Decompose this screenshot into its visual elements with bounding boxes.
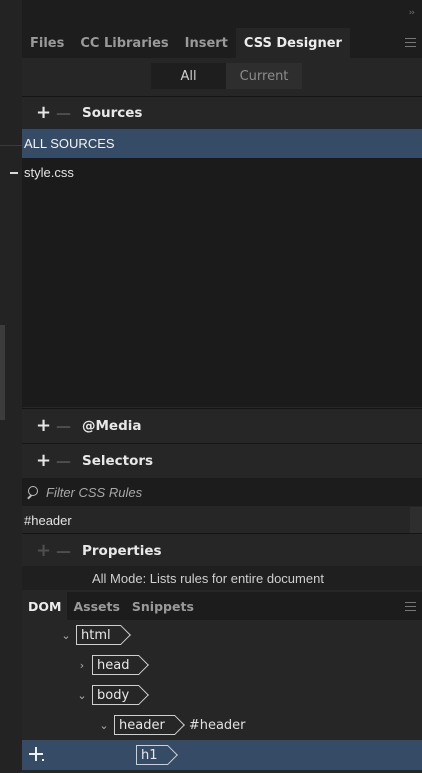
- add-element-icon[interactable]: [28, 746, 44, 762]
- source-item-style-css[interactable]: style.css: [22, 158, 422, 187]
- properties-info-text: All Mode: Lists rules for entire documen…: [92, 570, 324, 586]
- source-item-all-sources[interactable]: ALL SOURCES: [22, 129, 422, 158]
- selector-item[interactable]: #header: [22, 507, 422, 533]
- sources-header[interactable]: + — Sources: [22, 98, 422, 128]
- media-title: @Media: [82, 418, 142, 434]
- media-header[interactable]: + — @Media: [22, 411, 422, 441]
- dom-tag-html: html: [76, 625, 121, 645]
- dom-tag-header: header: [114, 715, 175, 735]
- mode-row: All Current: [22, 58, 422, 96]
- divider: [22, 408, 422, 409]
- panel-overflow-bar: ››: [22, 0, 422, 28]
- dom-node-html[interactable]: ⌄ html: [22, 620, 422, 650]
- gutter-marker: [10, 172, 18, 174]
- divider: [22, 533, 422, 534]
- add-media-button[interactable]: +: [36, 417, 56, 435]
- chevron-down-icon[interactable]: ⌄: [60, 629, 72, 642]
- add-selector-button[interactable]: +: [36, 452, 56, 470]
- tab-css-designer[interactable]: CSS Designer: [235, 28, 350, 58]
- remove-property-button[interactable]: —: [56, 542, 82, 560]
- double-chevron-right-icon[interactable]: ››: [409, 8, 415, 18]
- chevron-down-icon[interactable]: ⌄: [98, 719, 110, 732]
- dom-node-h1[interactable]: h1: [22, 740, 422, 770]
- add-source-button[interactable]: +: [36, 104, 56, 122]
- gutter-scrollbar[interactable]: [0, 325, 5, 420]
- dom-tag-h1: h1: [136, 745, 168, 765]
- mode-current-button[interactable]: Current: [226, 63, 302, 89]
- panel-menu-icon[interactable]: [405, 38, 416, 47]
- dom-tree: ⌄ html › head ⌄ body ⌄ header #header h1: [22, 620, 422, 773]
- mode-all-button[interactable]: All: [151, 63, 226, 89]
- remove-source-button[interactable]: —: [56, 104, 82, 122]
- dom-tag-body: body: [92, 685, 140, 705]
- dom-panel-tabs: DOM Assets Snippets: [22, 592, 422, 620]
- properties-mode-info: All Mode: Lists rules for entire documen…: [22, 566, 422, 590]
- filter-css-rules-field[interactable]: Filter CSS Rules: [22, 478, 422, 506]
- divider: [22, 443, 422, 444]
- tab-files[interactable]: Files: [22, 28, 72, 58]
- dom-node-id: #header: [188, 717, 246, 733]
- chevron-right-icon[interactable]: ›: [76, 659, 88, 672]
- divider: [22, 96, 422, 97]
- panel-tabs: Files CC Libraries Insert CSS Designer: [22, 28, 422, 58]
- mode-switch: All Current: [151, 63, 302, 89]
- tab-dom[interactable]: DOM: [22, 592, 68, 620]
- chevron-down-icon[interactable]: ⌄: [76, 689, 88, 702]
- tab-insert[interactable]: Insert: [177, 28, 236, 58]
- selector-scrollbar[interactable]: [410, 507, 422, 533]
- sources-title: Sources: [82, 105, 143, 121]
- css-designer-panel: ›› Files CC Libraries Insert CSS Designe…: [22, 0, 422, 773]
- selectors-header[interactable]: + — Selectors: [22, 446, 422, 476]
- gutter-divider: [0, 145, 22, 146]
- filter-css-rules-input[interactable]: Filter CSS Rules: [46, 485, 142, 500]
- remove-media-button[interactable]: —: [56, 417, 82, 435]
- tab-snippets[interactable]: Snippets: [126, 592, 200, 620]
- dom-node-body[interactable]: ⌄ body: [22, 680, 422, 710]
- tab-cc-libraries[interactable]: CC Libraries: [72, 28, 176, 58]
- sources-list: ALL SOURCES style.css: [22, 129, 422, 407]
- selectors-title: Selectors: [82, 453, 154, 469]
- selector-item-label: #header: [24, 512, 72, 528]
- dom-panel-menu-icon[interactable]: [405, 602, 416, 611]
- properties-header[interactable]: + — Properties: [22, 536, 422, 566]
- tab-assets[interactable]: Assets: [67, 592, 125, 620]
- dom-node-head[interactable]: › head: [22, 650, 422, 680]
- remove-selector-button[interactable]: —: [56, 452, 82, 470]
- search-icon: [26, 486, 38, 498]
- dom-node-header[interactable]: ⌄ header #header: [22, 710, 422, 740]
- properties-title: Properties: [82, 543, 162, 559]
- dom-tag-head: head: [92, 655, 140, 675]
- add-property-button[interactable]: +: [36, 542, 56, 560]
- left-gutter: [0, 0, 22, 773]
